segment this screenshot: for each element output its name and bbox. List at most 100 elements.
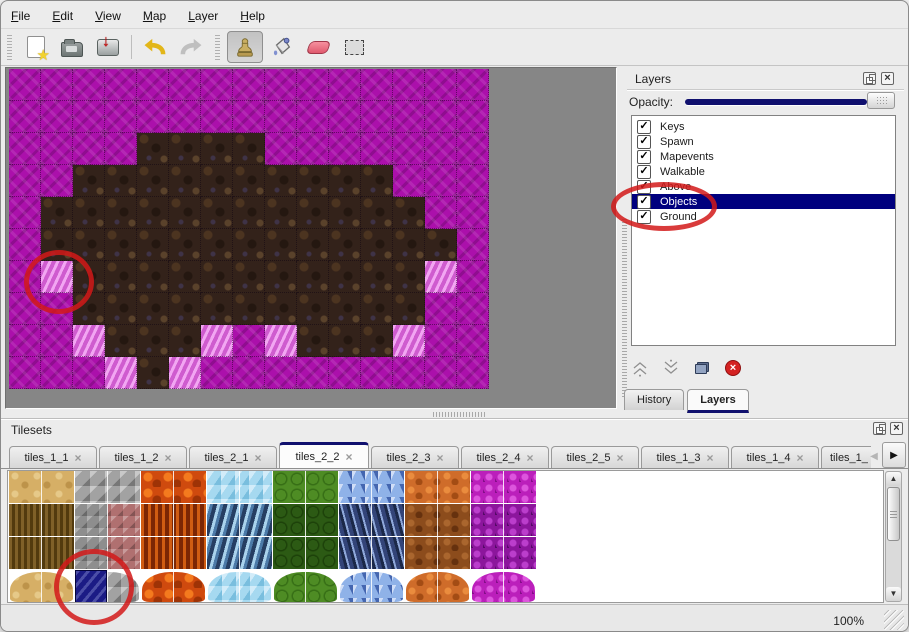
undo-button[interactable] bbox=[138, 32, 172, 62]
map-tile-dark-rock[interactable] bbox=[297, 165, 329, 197]
map-tile-dark-rock[interactable] bbox=[201, 261, 233, 293]
layer-row-mapevents[interactable]: ✓Mapevents bbox=[632, 149, 895, 164]
tileset-tab-tiles_2_2[interactable]: tiles_2_2× bbox=[279, 442, 369, 469]
map-tile-dark-rock[interactable] bbox=[137, 133, 169, 165]
map-tile-dark-rock[interactable] bbox=[137, 229, 169, 261]
layer-row-walkable[interactable]: ✓Walkable bbox=[632, 164, 895, 179]
map-tile-magenta-ground[interactable] bbox=[9, 69, 41, 101]
map-tile-magenta-ground[interactable] bbox=[201, 357, 233, 389]
map-tile-magenta-ground[interactable] bbox=[41, 293, 73, 325]
tileset-tile-pair-bark[interactable] bbox=[9, 504, 75, 537]
map-tile-dark-rock[interactable] bbox=[329, 293, 361, 325]
map-tile-magenta-ground[interactable] bbox=[169, 69, 201, 101]
scroll-tabs-right-button[interactable]: ▶ bbox=[882, 442, 906, 468]
map-tile-magenta-ground[interactable] bbox=[265, 69, 297, 101]
layer-visibility-checkbox[interactable]: ✓ bbox=[637, 135, 651, 149]
toolbar-drag-handle-2[interactable] bbox=[215, 34, 220, 60]
map-tile-magenta-ground[interactable] bbox=[457, 197, 489, 229]
map-tile-dark-rock[interactable] bbox=[329, 165, 361, 197]
map-tile-magenta-ground[interactable] bbox=[9, 325, 41, 357]
close-tab-icon[interactable]: × bbox=[255, 451, 262, 465]
map-tile-magenta-ground[interactable] bbox=[297, 133, 329, 165]
map-tile-dark-rock[interactable] bbox=[169, 133, 201, 165]
layer-visibility-checkbox[interactable]: ✓ bbox=[637, 120, 651, 134]
map-tile-magenta-ground[interactable] bbox=[297, 357, 329, 389]
tileset-tab-tiles_1_1[interactable]: tiles_1_1× bbox=[9, 446, 97, 469]
map-tile-dark-rock[interactable] bbox=[329, 325, 361, 357]
map-tile-magenta-ground[interactable] bbox=[457, 325, 489, 357]
map-tile-dark-rock[interactable] bbox=[169, 197, 201, 229]
toolbar-drag-handle[interactable] bbox=[7, 34, 12, 60]
tileset-tile-pair-vine[interactable] bbox=[273, 471, 339, 504]
tileset-canopy-pair-vine[interactable] bbox=[273, 570, 339, 603]
map-tile-dark-rock[interactable] bbox=[361, 293, 393, 325]
layer-visibility-checkbox[interactable]: ✓ bbox=[637, 180, 651, 194]
map-tile-magenta-ground[interactable] bbox=[425, 357, 457, 389]
map-tile-dark-rock[interactable] bbox=[233, 165, 265, 197]
map-tile-dark-rock[interactable] bbox=[201, 165, 233, 197]
tileset-tile-pair-rubble[interactable] bbox=[75, 537, 141, 570]
map-tile-dark-rock[interactable] bbox=[265, 293, 297, 325]
map-tile-magenta-ground[interactable] bbox=[457, 133, 489, 165]
map-tile-magenta-ground[interactable] bbox=[393, 101, 425, 133]
layer-visibility-checkbox[interactable]: ✓ bbox=[637, 210, 651, 224]
map-tile-pink-rock[interactable] bbox=[73, 325, 105, 357]
close-panel-icon[interactable]: × bbox=[890, 422, 903, 435]
map-tile-dark-rock[interactable] bbox=[137, 357, 169, 389]
map-tile-dark-rock[interactable] bbox=[233, 261, 265, 293]
map-tile-dark-rock[interactable] bbox=[329, 197, 361, 229]
map-tile-magenta-ground[interactable] bbox=[393, 165, 425, 197]
tileset-tab-tiles_1_2[interactable]: tiles_1_2× bbox=[99, 446, 187, 469]
map-tile-magenta-ground[interactable] bbox=[41, 133, 73, 165]
map-tile-dark-rock[interactable] bbox=[169, 293, 201, 325]
map-tile-dark-rock[interactable] bbox=[137, 293, 169, 325]
tileset-canopy-pair-ice[interactable] bbox=[207, 570, 273, 603]
map-tile-dark-rock[interactable] bbox=[73, 197, 105, 229]
tileset-grid[interactable] bbox=[9, 471, 537, 603]
map-tile-dark-rock[interactable] bbox=[233, 197, 265, 229]
map-tile-magenta-ground[interactable] bbox=[233, 325, 265, 357]
resize-grip[interactable] bbox=[884, 610, 904, 630]
tileset-tile-pair-bark[interactable] bbox=[9, 537, 75, 570]
map-tile-magenta-ground[interactable] bbox=[9, 229, 41, 261]
map-tile-dark-rock[interactable] bbox=[297, 229, 329, 261]
map-tile-pink-rock[interactable] bbox=[41, 261, 73, 293]
close-tab-icon[interactable]: × bbox=[165, 451, 172, 465]
map-tile-dark-rock[interactable] bbox=[361, 261, 393, 293]
map-tile-magenta-ground[interactable] bbox=[9, 197, 41, 229]
map-tile-dark-rock[interactable] bbox=[265, 261, 297, 293]
float-panel-icon[interactable] bbox=[863, 72, 876, 85]
map-tile-magenta-ground[interactable] bbox=[329, 69, 361, 101]
map-tile-magenta-ground[interactable] bbox=[425, 69, 457, 101]
tileset-tab-tiles_2_3[interactable]: tiles_2_3× bbox=[371, 446, 459, 469]
map-tile-magenta-ground[interactable] bbox=[425, 197, 457, 229]
map-tile-magenta-ground[interactable] bbox=[9, 165, 41, 197]
map-tile-magenta-ground[interactable] bbox=[105, 133, 137, 165]
tileset-canopy-pair-crystal[interactable] bbox=[339, 570, 405, 603]
layer-row-objects[interactable]: ✓Objects bbox=[632, 194, 895, 209]
tileset-canopy-pair-web[interactable] bbox=[471, 570, 537, 603]
new-map-button[interactable]: ★ bbox=[19, 32, 53, 62]
map-tile-magenta-ground[interactable] bbox=[265, 357, 297, 389]
map-tile-magenta-ground[interactable] bbox=[361, 357, 393, 389]
map-tile-dark-rock[interactable] bbox=[329, 261, 361, 293]
map-tile-magenta-ground[interactable] bbox=[41, 101, 73, 133]
map-tile-magenta-ground[interactable] bbox=[457, 357, 489, 389]
map-tile-magenta-ground[interactable] bbox=[425, 293, 457, 325]
duplicate-layer-button[interactable] bbox=[691, 357, 713, 379]
tileset-tab-tiles_1[interactable]: tiles_1_ bbox=[821, 446, 871, 469]
map-tile-dark-rock[interactable] bbox=[265, 165, 297, 197]
tileset-tile-pair-fire[interactable] bbox=[141, 504, 207, 537]
tileset-tab-tiles_2_4[interactable]: tiles_2_4× bbox=[461, 446, 549, 469]
tileset-tile-pair-darkcrystal[interactable] bbox=[339, 537, 405, 570]
map-tile-magenta-ground[interactable] bbox=[137, 69, 169, 101]
tab-layers[interactable]: Layers bbox=[687, 389, 748, 413]
map-tile-magenta-ground[interactable] bbox=[73, 133, 105, 165]
close-tab-icon[interactable]: × bbox=[797, 451, 804, 465]
fill-tool-button[interactable] bbox=[265, 32, 299, 62]
layer-visibility-checkbox[interactable]: ✓ bbox=[637, 195, 651, 209]
layer-row-keys[interactable]: ✓Keys bbox=[632, 119, 895, 134]
map-tile-dark-rock[interactable] bbox=[297, 261, 329, 293]
tileset-tile-pair-crystal[interactable] bbox=[339, 471, 405, 504]
close-tab-icon[interactable]: × bbox=[437, 451, 444, 465]
